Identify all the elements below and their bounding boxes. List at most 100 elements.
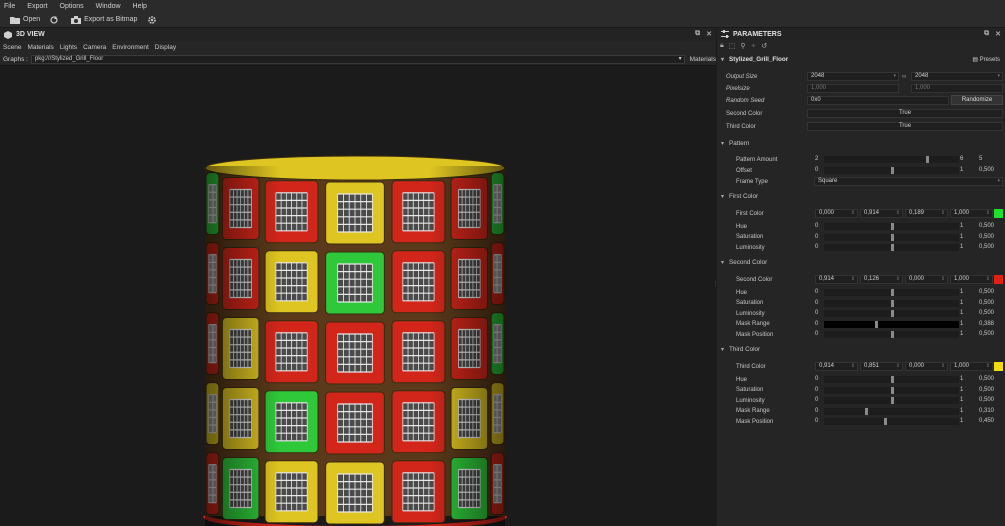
chevron-down-icon: ▾ xyxy=(721,260,725,266)
slider-knob[interactable] xyxy=(865,407,868,415)
close-icon[interactable]: ✕ xyxy=(706,30,712,38)
menu-display[interactable]: Display xyxy=(155,44,176,51)
menu-options[interactable]: Options xyxy=(60,3,84,10)
first-hue-slider[interactable] xyxy=(824,223,959,230)
pin-icon[interactable]: ⚲ xyxy=(740,42,745,50)
slider-knob[interactable] xyxy=(891,397,894,404)
third-color-channel-3[interactable]: 1,000 ⇕ xyxy=(950,362,993,371)
menu-lights[interactable]: Lights xyxy=(60,44,77,51)
third-color-section[interactable]: ▾ Third Color xyxy=(717,344,1005,355)
second-luminosity-slider[interactable] xyxy=(824,310,959,317)
settings-button[interactable] xyxy=(147,15,160,25)
close-icon[interactable]: ✕ xyxy=(995,30,1001,38)
materials-link[interactable]: Materials xyxy=(690,56,716,63)
slider-knob[interactable] xyxy=(926,156,929,163)
third-color-swatch[interactable] xyxy=(994,362,1003,371)
lock-icon[interactable]: 🔒︎ xyxy=(720,42,724,50)
second-mask-position-slider[interactable] xyxy=(824,331,959,338)
third-mask-position-slider[interactable] xyxy=(824,418,959,425)
slider-knob[interactable] xyxy=(891,310,894,317)
menu-help[interactable]: Help xyxy=(133,3,147,10)
slider-knob[interactable] xyxy=(875,320,878,328)
second-color-section[interactable]: ▾ Second Color xyxy=(717,257,1005,268)
second-hue-slider[interactable] xyxy=(824,289,959,296)
spinner-icon: ⇕ xyxy=(850,363,855,369)
graph-select[interactable]: pkg:///Stylized_Grill_Floor ▾ xyxy=(30,54,685,64)
first-hue-row: Hue 0 1 0,500 xyxy=(736,223,995,230)
slider-knob[interactable] xyxy=(891,376,894,383)
menu-camera[interactable]: Camera xyxy=(83,44,106,51)
third-color-channel-1[interactable]: 0,851 ⇕ xyxy=(860,362,903,371)
first-color-channel-3[interactable]: 1,000 ⇕ xyxy=(950,209,993,218)
slider-knob[interactable] xyxy=(891,331,894,338)
slider-knob[interactable] xyxy=(884,418,887,425)
slider-knob[interactable] xyxy=(891,167,894,174)
reset-icon[interactable]: ↺ xyxy=(761,42,767,50)
first-color-swatch[interactable] xyxy=(994,209,1003,218)
slider-knob[interactable] xyxy=(891,244,894,251)
second-color-channel-3[interactable]: 1,000 ⇕ xyxy=(950,275,993,284)
link-icon[interactable]: ∞ xyxy=(902,74,906,80)
menu-export[interactable]: Export xyxy=(27,3,47,10)
graph-name: Stylized_Grill_Floor xyxy=(729,56,789,63)
material-preview-cylinder xyxy=(203,155,507,526)
menu-file[interactable]: File xyxy=(4,3,15,10)
first-color-rgba-row: First Color 0,000 ⇕ 0,914 ⇕ 0,189 ⇕ 1,000 ⇕ xyxy=(717,208,1005,219)
star-icon[interactable]: ✦ xyxy=(751,42,757,50)
third-color-rgba-row: Third Color 0,914 ⇕ 0,851 ⇕ 0,000 ⇕ 1,000 ⇕ xyxy=(717,361,1005,372)
third-color-toggle[interactable]: True xyxy=(807,122,1003,131)
randomize-button[interactable]: Randomize xyxy=(951,95,1003,105)
slider-knob[interactable] xyxy=(891,299,894,307)
first-saturation-slider[interactable] xyxy=(824,233,959,241)
third-hue-slider[interactable] xyxy=(824,376,959,383)
third-color-channel-2[interactable]: 0,000 ⇕ xyxy=(905,362,948,371)
chevron-down-icon[interactable]: ▾ xyxy=(721,56,724,63)
menu-materials[interactable]: Materials xyxy=(27,44,53,51)
menu-window[interactable]: Window xyxy=(96,3,121,10)
third-mask-range-slider[interactable] xyxy=(824,407,959,415)
pixelsize-y-field[interactable]: 1,000 xyxy=(911,84,1003,93)
first-color-channel-1[interactable]: 0,914 ⇕ xyxy=(860,209,903,218)
first-color-channel-0[interactable]: 0,000 ⇕ xyxy=(815,209,858,218)
pattern-section[interactable]: ▾ Pattern xyxy=(717,138,1005,149)
pattern-amount-slider[interactable] xyxy=(824,156,959,163)
slider-knob[interactable] xyxy=(891,223,894,230)
output-size-width-select[interactable]: 2048 ▾ xyxy=(807,72,899,81)
second-color-channel-2[interactable]: 0,000 ⇕ xyxy=(905,275,948,284)
second-mask-range-slider[interactable] xyxy=(824,320,959,328)
graph-name-row: ▾ Stylized_Grill_Floor ▤ Presets xyxy=(717,54,1005,65)
menu-environment[interactable]: Environment xyxy=(112,44,149,51)
second-color-swatch[interactable] xyxy=(994,275,1003,284)
second-color-toggle[interactable]: True xyxy=(807,109,1003,118)
cube-outline-icon[interactable]: ⬚ xyxy=(729,42,736,50)
reload-button[interactable] xyxy=(50,15,61,24)
second-color-channel-0[interactable]: 0,914 ⇕ xyxy=(815,275,858,284)
third-color-channel-0[interactable]: 0,914 ⇕ xyxy=(815,362,858,371)
third-saturation-slider[interactable] xyxy=(824,386,959,394)
open-button[interactable]: Open xyxy=(10,16,40,24)
parameters-title: PARAMETERS xyxy=(733,30,782,38)
undock-icon[interactable]: ⧉ xyxy=(695,30,700,38)
second-color-channel-1[interactable]: 0,126 ⇕ xyxy=(860,275,903,284)
frame-type-row: Frame Type Square ▾ xyxy=(717,176,1005,187)
slider-knob[interactable] xyxy=(891,289,894,296)
output-size-height-select[interactable]: 2048 ▾ xyxy=(911,72,1003,81)
offset-slider[interactable] xyxy=(824,167,959,174)
first-color-channel-2[interactable]: 0,189 ⇕ xyxy=(905,209,948,218)
document-icon: ▤ xyxy=(972,57,978,63)
presets-button[interactable]: ▤ Presets xyxy=(972,56,1000,63)
second-saturation-slider[interactable] xyxy=(824,299,959,307)
frame-type-select[interactable]: Square ▾ xyxy=(814,177,1003,186)
first-color-section[interactable]: ▾ First Color xyxy=(717,191,1005,202)
first-luminosity-slider[interactable] xyxy=(824,244,959,251)
menu-scene[interactable]: Scene xyxy=(3,44,21,51)
undock-icon[interactable]: ⧉ xyxy=(984,30,989,38)
3d-viewport[interactable] xyxy=(0,66,716,526)
third-luminosity-slider[interactable] xyxy=(824,397,959,404)
slider-knob[interactable] xyxy=(891,233,894,241)
pixelsize-x-field[interactable]: 1,000 xyxy=(807,84,899,93)
random-seed-field[interactable]: 0x0 xyxy=(807,96,949,105)
export-bitmap-button[interactable]: Export as Bitmap xyxy=(71,15,137,24)
slider-knob[interactable] xyxy=(891,386,894,394)
random-seed-row: Random Seed 0x0 Randomize xyxy=(717,95,1005,106)
